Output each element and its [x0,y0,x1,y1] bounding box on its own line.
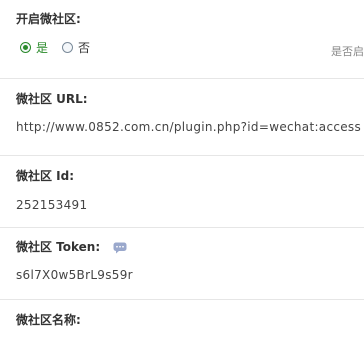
enable-hint: 是否启 [331,45,364,58]
token-label: 微社区 Token: [16,240,101,254]
radio-no-label: 否 [78,40,91,55]
radio-yes[interactable]: 是 [20,39,48,56]
id-label: 微社区 Id: [16,169,75,183]
token-value: s6l7X0w5BrL9s59r [16,268,133,282]
enable-radio-group: 是 否 [20,39,104,55]
url-value: http://www.0852.com.cn/plugin.php?id=wec… [16,120,362,134]
radio-no[interactable]: 否 [62,39,90,56]
id-value: 252153491 [16,198,88,212]
divider [0,155,364,156]
divider [0,227,364,228]
enable-label: 开启微社区: [16,12,81,26]
radio-no-circle[interactable] [62,41,74,53]
radio-yes-label: 是 [36,40,49,55]
divider [0,299,364,300]
speech-bubble-icon[interactable] [113,239,127,254]
radio-yes-circle[interactable] [20,41,31,53]
divider [0,78,364,79]
url-label: 微社区 URL: [16,92,88,106]
settings-panel: 开启微社区: 是 否 是否启 微社区 URL: http://www.0852.… [0,0,364,337]
name-label: 微社区名称: [16,313,81,327]
